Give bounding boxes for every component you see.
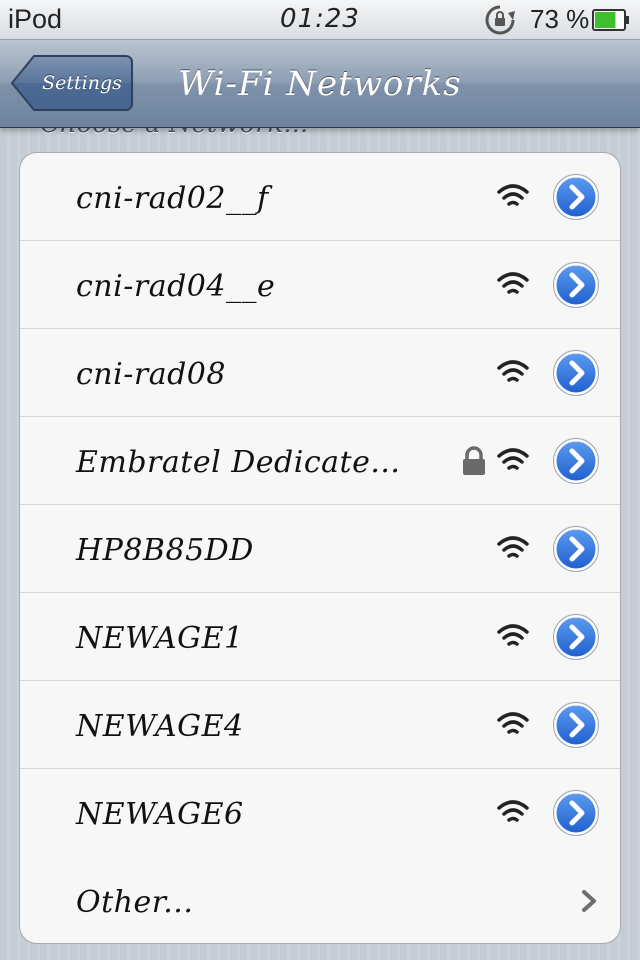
status-bar: iPod 01:23 73 % — [0, 0, 640, 40]
other-network-row[interactable]: Other... — [20, 857, 620, 943]
network-name: cni-rad04__e — [76, 269, 276, 304]
battery-icon — [592, 9, 629, 31]
detail-disclosure-icon[interactable] — [553, 438, 599, 484]
network-name: cni-rad08 — [76, 357, 226, 392]
wifi-signal-icon — [497, 272, 529, 294]
detail-disclosure-icon[interactable] — [553, 702, 599, 748]
network-row[interactable]: Embratel Dedicate... — [20, 417, 620, 505]
detail-disclosure-icon[interactable] — [553, 790, 599, 836]
network-list: cni-rad02__f cni-rad04__e cni-rad08 Embrate… — [19, 152, 621, 944]
network-name: Embratel Dedicate... — [76, 445, 401, 480]
network-name: HP8B85DD — [76, 533, 254, 568]
network-row[interactable]: cni-rad04__e — [20, 241, 620, 329]
detail-disclosure-icon[interactable] — [553, 526, 599, 572]
battery-percent: 73 % — [530, 4, 590, 34]
network-row[interactable]: NEWAGE4 — [20, 681, 620, 769]
detail-disclosure-icon[interactable] — [553, 350, 599, 396]
other-network-label: Other... — [76, 885, 194, 920]
network-row[interactable]: HP8B85DD — [20, 505, 620, 593]
network-name: NEWAGE4 — [76, 709, 244, 744]
wifi-signal-icon — [497, 360, 529, 382]
detail-disclosure-icon[interactable] — [553, 614, 599, 660]
wifi-signal-icon — [497, 624, 529, 646]
network-row[interactable]: NEWAGE1 — [20, 593, 620, 681]
padlock-icon — [463, 446, 485, 475]
network-name: NEWAGE6 — [76, 797, 244, 832]
network-name: NEWAGE1 — [76, 621, 244, 656]
rotation-lock-icon — [485, 5, 515, 35]
wifi-signal-icon — [497, 536, 529, 558]
wifi-signal-icon — [497, 448, 529, 470]
wifi-signal-icon — [497, 800, 529, 822]
wifi-signal-icon — [497, 712, 529, 734]
network-row[interactable]: cni-rad02__f — [20, 153, 620, 241]
network-row[interactable]: cni-rad08 — [20, 329, 620, 417]
network-row[interactable]: NEWAGE6 — [20, 769, 620, 857]
network-name: cni-rad02__f — [76, 181, 269, 216]
chevron-right-icon — [582, 890, 596, 912]
page-title: Wi-Fi Networks — [178, 64, 462, 104]
wifi-signal-icon — [497, 184, 529, 206]
navigation-bar: Settings Wi-Fi Networks — [0, 40, 640, 128]
detail-disclosure-icon[interactable] — [553, 262, 599, 308]
detail-disclosure-icon[interactable] — [553, 174, 599, 220]
